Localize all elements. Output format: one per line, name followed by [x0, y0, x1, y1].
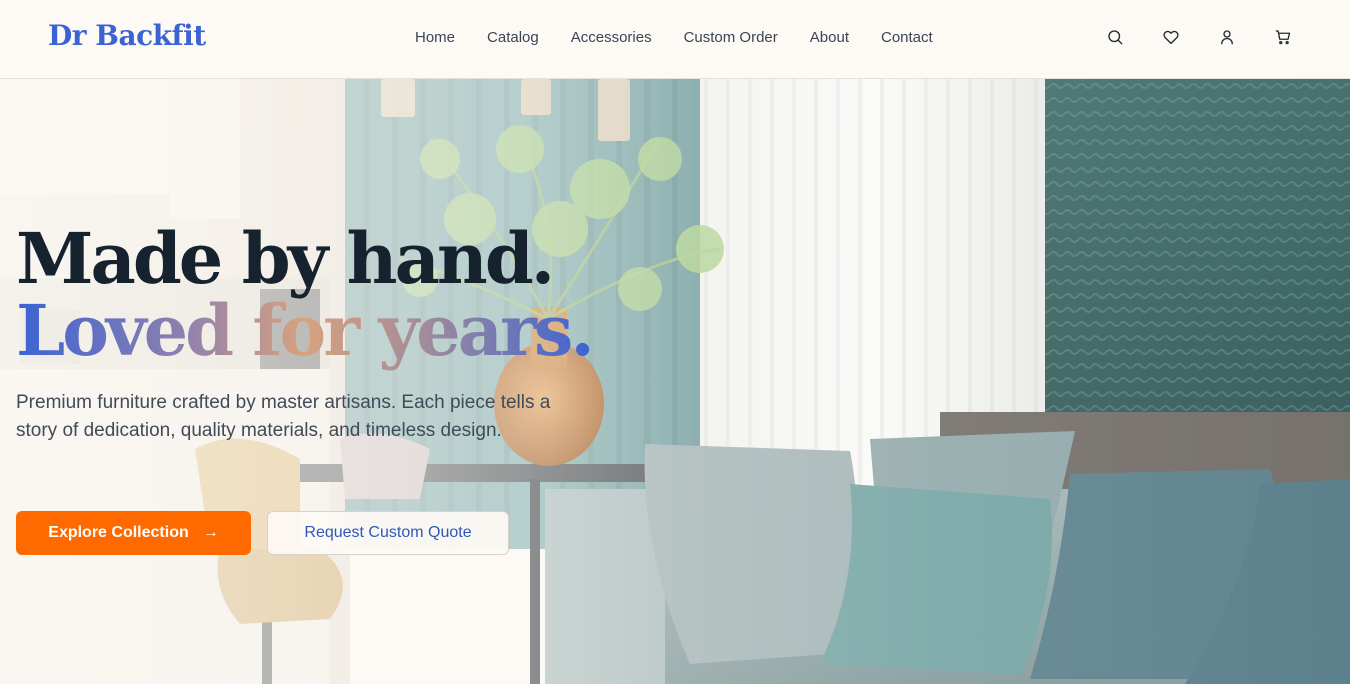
search-icon[interactable] — [1106, 28, 1124, 46]
user-icon[interactable] — [1218, 28, 1236, 46]
main-nav: Home Catalog Accessories Custom Order Ab… — [415, 28, 965, 48]
hero-headline-line2: Loved for years. — [16, 289, 595, 372]
cart-icon[interactable] — [1274, 28, 1292, 46]
request-custom-quote-button[interactable]: Request Custom Quote — [267, 511, 509, 555]
header-actions — [1106, 28, 1292, 46]
hero-headline-line1: Made by hand. — [16, 217, 555, 300]
nav-item-home[interactable]: Home — [415, 28, 455, 48]
request-custom-quote-label: Request Custom Quote — [304, 524, 472, 541]
heart-icon[interactable] — [1162, 28, 1180, 46]
nav-item-accessories[interactable]: Accessories — [571, 28, 652, 48]
nav-item-contact[interactable]: Contact — [881, 28, 933, 48]
site-header: Dr Backfit Home Catalog Accessories Cust… — [0, 0, 1350, 79]
nav-item-custom-order[interactable]: Custom Order — [684, 28, 778, 48]
explore-collection-button[interactable]: Explore Collection → — [16, 511, 251, 555]
explore-collection-label: Explore Collection — [48, 524, 189, 541]
brand-logo[interactable]: Dr Backfit — [48, 19, 206, 52]
nav-item-catalog[interactable]: Catalog — [487, 28, 539, 48]
hero-overlay — [0, 79, 1350, 684]
hero-section: Made by hand. Loved for years. Premium f… — [0, 79, 1350, 684]
hero-subtitle: Premium furniture crafted by master arti… — [16, 392, 551, 441]
arrow-right-icon: → — [202, 524, 219, 541]
nav-item-about[interactable]: About — [810, 28, 849, 48]
